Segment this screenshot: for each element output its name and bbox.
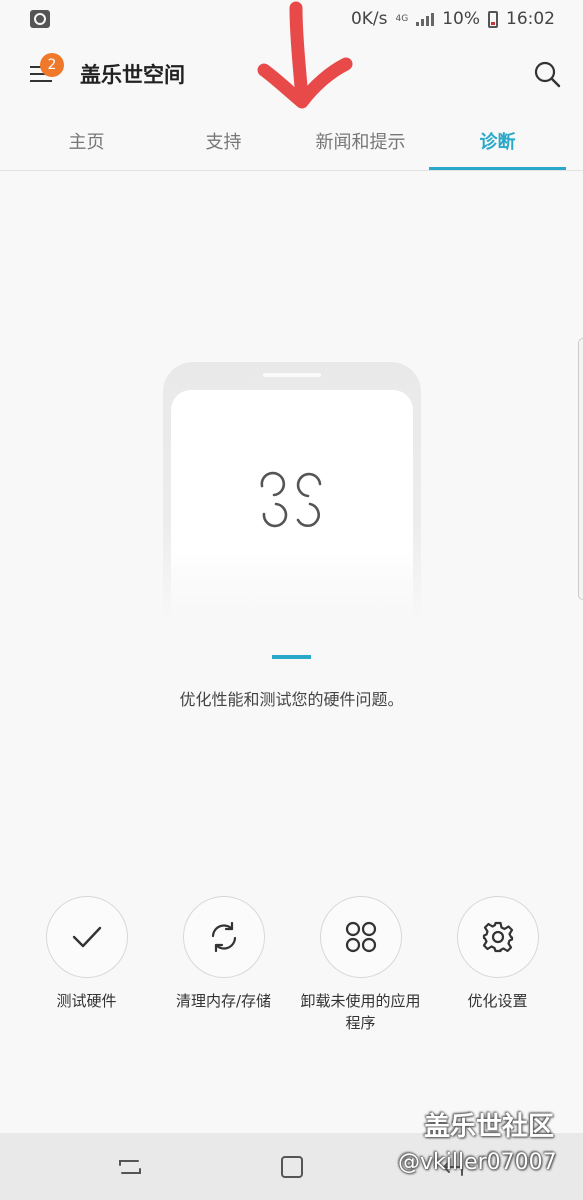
test-hardware-button[interactable]: 测试硬件 [18,896,155,1034]
clean-memory-storage-button[interactable]: 清理内存/存储 [155,896,292,1034]
app-header: 2 盖乐世空间 [0,44,583,104]
signal-icon [416,12,435,26]
gear-icon [482,921,513,953]
network-speed: 0K/s [350,9,388,29]
notification-badge: 2 [40,53,64,77]
phone-illustration [163,362,421,622]
tab-diagnostics[interactable]: 诊断 [429,112,566,170]
accent-bar [272,655,311,659]
network-type-icon: 4G [395,13,409,24]
tab-bar: 主页 支持 新闻和提示 诊断 [18,112,566,170]
recent-apps-icon[interactable] [116,1153,144,1181]
edge-panel-handle[interactable] [578,338,583,600]
uninstall-unused-apps-button[interactable]: 卸载未使用的应用程序 [292,896,429,1034]
menu-icon[interactable]: 2 [30,53,64,85]
apps-grid-icon [345,921,376,953]
diagnostics-actions: 测试硬件 清理内存/存储 卸载未使用的应用程序 优化设置 [18,896,566,1034]
check-icon [72,926,101,948]
watermark-user: @vkiller07007 [398,1150,557,1175]
status-bar: 0K/s 4G 10% 16:02 [0,0,583,38]
tabs-divider [0,170,583,171]
battery-icon [488,10,498,28]
action-label: 卸载未使用的应用程序 [300,992,421,1032]
battery-percent: 10% [442,9,480,29]
clock: 16:02 [506,9,555,29]
tab-home[interactable]: 主页 [18,112,155,170]
tab-support[interactable]: 支持 [155,112,292,170]
optimize-settings-button[interactable]: 优化设置 [429,896,566,1034]
diagnostics-description: 优化性能和测试您的硬件问题。 [179,690,404,709]
diagnostics-icon [260,471,322,528]
action-label: 测试硬件 [56,992,117,1010]
notification-icon [30,10,50,28]
app-title: 盖乐世空间 [80,63,185,87]
action-label: 优化设置 [467,992,528,1010]
action-label: 清理内存/存储 [175,992,272,1010]
home-icon[interactable] [278,1153,306,1181]
search-icon[interactable] [533,60,561,88]
tab-news-tips[interactable]: 新闻和提示 [292,112,429,170]
watermark-site: 盖乐世社区 [424,1112,555,1142]
refresh-icon [211,921,236,953]
